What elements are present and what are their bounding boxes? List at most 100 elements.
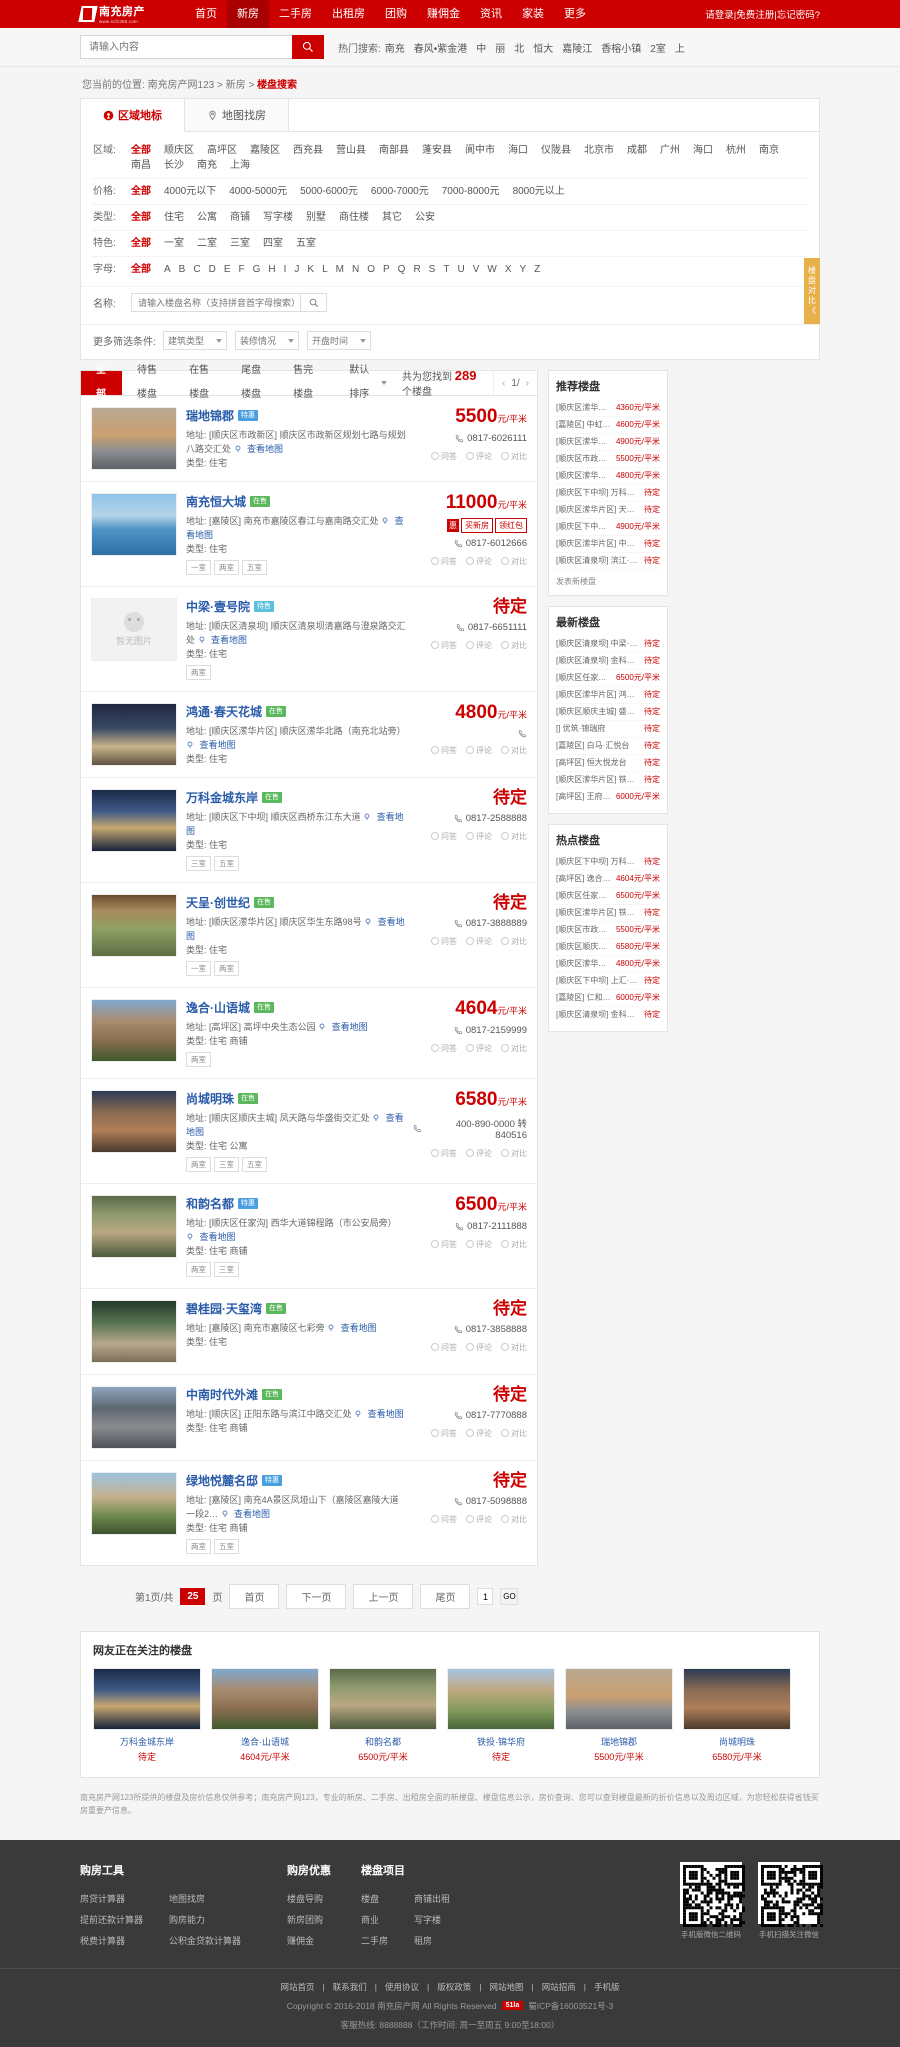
listing-2-title[interactable]: 中梁·壹号院 待售	[186, 598, 407, 615]
attention-card-1[interactable]: 逸合·山语城 4604元/平米	[211, 1668, 319, 1763]
sidebar-0-row-0[interactable]: [顺庆区潆华片区] 芯外华府 4360元/平米	[556, 400, 660, 417]
filter-4-option-11[interactable]: K	[307, 262, 314, 277]
filter-2-option-0[interactable]: 全部	[131, 210, 151, 225]
footer-group-2-link-1-2[interactable]: 租房	[414, 1931, 450, 1952]
footer-bottom-link-2[interactable]: 使用协议	[385, 1982, 419, 1992]
listing-5-action-2[interactable]: 对比	[501, 936, 527, 947]
sidebar-0-row-2[interactable]: [顺庆区潆华片区] 锦绣城 4900元/平米	[556, 434, 660, 451]
listing-5-room-0[interactable]: 一室	[186, 961, 211, 976]
listing-1-action-1[interactable]: 评论	[466, 556, 492, 567]
sidebar-1-row-0[interactable]: [顺庆区清泉坝] 中梁·壹号院 待定	[556, 636, 660, 653]
filter-0-option-7[interactable]: 蓬安县	[422, 143, 452, 158]
listing-3-title[interactable]: 鸿通·春天花城 在售	[186, 703, 407, 720]
sidebar-2-row-0[interactable]: [顺庆区下中坝] 万科金城东岸 待定	[556, 854, 660, 871]
listing-4-thumbnail[interactable]	[91, 789, 177, 852]
listing-4-title[interactable]: 万科金城东岸 在售	[186, 789, 407, 806]
filter-4-option-17[interactable]: Q	[398, 262, 406, 277]
filter-4-option-24[interactable]: X	[505, 262, 512, 277]
footer-bottom-link-0[interactable]: 网站首页	[281, 1982, 315, 1992]
listing-5-action-1[interactable]: 评论	[466, 936, 492, 947]
listing-7-thumbnail[interactable]	[91, 1090, 177, 1153]
listing-11-thumbnail[interactable]	[91, 1472, 177, 1535]
sidebar-1-row-1[interactable]: [顺庆区清泉坝] 金科集美天宸 待定	[556, 653, 660, 670]
footer-group-2-link-0-1[interactable]: 商业	[361, 1910, 388, 1931]
attention-card-2[interactable]: 和韵名都 6500元/平米	[329, 1668, 437, 1763]
listing-7-action-2[interactable]: 对比	[501, 1148, 527, 1159]
filter-2-option-6[interactable]: 商住楼	[339, 210, 369, 225]
footer-bottom-link-3[interactable]: 版权政策	[437, 1982, 471, 1992]
filter-0-option-13[interactable]: 广州	[660, 143, 680, 158]
listing-1-room-0[interactable]: 一室	[186, 560, 211, 575]
listing-3-action-2[interactable]: 对比	[501, 745, 527, 756]
nav-item-0[interactable]: 首页	[185, 0, 227, 28]
filter-0-option-17[interactable]: 南昌	[131, 158, 151, 173]
listing-0-action-1[interactable]: 评论	[466, 451, 492, 462]
project-name-search-button[interactable]	[301, 293, 327, 312]
listing-7-room-2[interactable]: 五室	[242, 1157, 267, 1172]
sidebar-0-row-5[interactable]: [顺庆区下中坝] 万科金城东岸 待定	[556, 485, 660, 502]
filter-4-option-10[interactable]: J	[294, 262, 299, 277]
listing-9-action-2[interactable]: 对比	[501, 1342, 527, 1353]
listing-1-promo[interactable]: 惠 买新房 领红包	[447, 517, 527, 533]
listing-9-phone[interactable]: 0817-3858888	[413, 1324, 527, 1335]
filter-4-option-9[interactable]: I	[284, 262, 287, 277]
listing-4-room-0[interactable]: 三室	[186, 856, 211, 871]
footer-group-0-link-1-0[interactable]: 地图找房	[169, 1889, 241, 1910]
filter-2-option-7[interactable]: 其它	[382, 210, 402, 225]
sidebar-0-row-1[interactable]: [嘉陵区] 中虹国际 4600元/平米	[556, 417, 660, 434]
listing-7-action-0[interactable]: 问答	[431, 1148, 457, 1159]
filter-4-option-13[interactable]: M	[336, 262, 344, 277]
listing-9-action-0[interactable]: 问答	[431, 1342, 457, 1353]
footer-icp[interactable]: 蜀ICP备16003521号-3	[528, 2000, 613, 2012]
hot-search-2[interactable]: 中	[476, 44, 486, 55]
listing-11-action-1[interactable]: 评论	[466, 1514, 492, 1525]
listing-6-action-1[interactable]: 评论	[466, 1043, 492, 1054]
listing-0-action-0[interactable]: 问答	[431, 451, 457, 462]
pagination-next-button[interactable]: 下一页	[286, 1584, 347, 1609]
listing-5-title[interactable]: 天呈·创世纪 在售	[186, 894, 407, 911]
search-input[interactable]	[80, 35, 292, 59]
filter-0-option-2[interactable]: 高坪区	[207, 143, 237, 158]
filter-0-option-9[interactable]: 海口	[508, 143, 528, 158]
filter-2-option-5[interactable]: 别墅	[306, 210, 326, 225]
breadcrumb-item-home[interactable]: 南充房产网123	[148, 80, 215, 91]
sidebar-2-row-7[interactable]: [顺庆区下中坝] 上汇·江语城 待定	[556, 973, 660, 990]
listing-2-action-1[interactable]: 评论	[466, 640, 492, 651]
listing-10-title[interactable]: 中南时代外滩 在售	[186, 1386, 407, 1403]
listing-10-phone[interactable]: 0817-7770888	[413, 1410, 527, 1421]
sidebar-2-row-3[interactable]: [顺庆区潆华片区] 铁投·锦华府 待定	[556, 905, 660, 922]
nav-item-6[interactable]: 资讯	[470, 0, 512, 28]
filter-0-option-5[interactable]: 营山县	[336, 143, 366, 158]
nav-item-1[interactable]: 新房	[227, 0, 269, 28]
stats-badge[interactable]: 51la	[501, 2001, 524, 2011]
register-link[interactable]: 免费注册	[736, 10, 774, 21]
sidebar-2-row-8[interactable]: [嘉陵区] 仁和国际 6000元/平米	[556, 990, 660, 1007]
listing-9-map-link[interactable]: 查看地图	[341, 1323, 377, 1333]
listing-4-action-2[interactable]: 对比	[501, 831, 527, 842]
listing-7-action-1[interactable]: 评论	[466, 1148, 492, 1159]
filter-4-option-0[interactable]: 全部	[131, 262, 151, 277]
hot-search-0[interactable]: 南充	[385, 44, 405, 55]
listing-next-arrow[interactable]: ›	[526, 378, 529, 389]
nav-item-5[interactable]: 赚佣金	[417, 0, 470, 28]
filter-0-option-0[interactable]: 全部	[131, 143, 151, 158]
listing-7-room-1[interactable]: 三室	[214, 1157, 239, 1172]
nav-item-8[interactable]: 更多	[554, 0, 596, 28]
more-filter-select-1[interactable]: 装修情况	[235, 331, 299, 350]
filter-3-option-0[interactable]: 全部	[131, 236, 151, 251]
listing-9-title[interactable]: 碧桂园·天玺湾 在售	[186, 1300, 407, 1317]
footer-group-1-link-0-1[interactable]: 新房团购	[287, 1910, 323, 1931]
compare-float-button[interactable]: 楼盘对比 《	[804, 258, 820, 324]
project-name-input[interactable]	[131, 293, 301, 312]
footer-group-1-link-0-0[interactable]: 楼盘导购	[287, 1889, 323, 1910]
listing-2-action-2[interactable]: 对比	[501, 640, 527, 651]
listing-8-room-0[interactable]: 两室	[186, 1262, 211, 1277]
attention-card-0[interactable]: 万科金城东岸 待定	[93, 1668, 201, 1763]
login-link[interactable]: 请登录	[705, 10, 734, 21]
listing-11-room-1[interactable]: 五室	[214, 1539, 239, 1554]
nav-item-3[interactable]: 出租房	[322, 0, 375, 28]
attention-card-3[interactable]: 铁投·锦华府 待定	[447, 1668, 555, 1763]
site-logo[interactable]: 南充房产 www.scfc365.com	[78, 4, 185, 24]
listing-6-phone[interactable]: 0817-2159999	[413, 1025, 527, 1036]
filter-4-option-14[interactable]: N	[352, 262, 359, 277]
